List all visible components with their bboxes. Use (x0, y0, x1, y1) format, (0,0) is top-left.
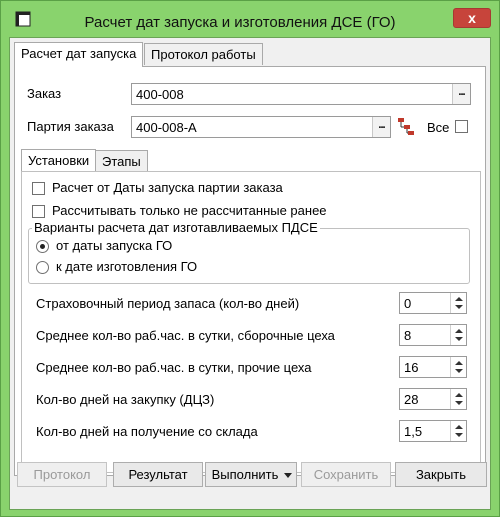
arrow-up-icon[interactable] (455, 297, 463, 301)
result-button[interactable]: Результат (113, 462, 203, 487)
batch-value: 400-008-A (136, 120, 197, 135)
tab-label: Этапы (102, 154, 141, 169)
tab-work-log[interactable]: Протокол работы (144, 43, 263, 65)
calc-from-batch-start-label: Расчет от Даты запуска партии заказа (52, 180, 283, 195)
tab-label: Протокол работы (151, 47, 256, 62)
other-hours-spinner[interactable]: 16 (399, 356, 467, 378)
arrow-up-icon[interactable] (455, 425, 463, 429)
ellipsis-icon: ... (378, 119, 385, 131)
order-value: 400-008 (136, 87, 184, 102)
purchase-days-label: Кол-во дней на закупку (ДЦЗ) (36, 392, 215, 407)
variant-to-finish-label: к дате изготовления ГО (56, 259, 198, 274)
variant-to-finish-radio[interactable] (36, 261, 49, 274)
other-hours-value: 16 (404, 360, 419, 375)
window-title: Расчет дат запуска и изготовления ДСЕ (Г… (84, 14, 396, 31)
spinner-arrows[interactable] (450, 389, 466, 409)
save-button[interactable]: Сохранить (301, 462, 391, 487)
purchase-days-spinner[interactable]: 28 (399, 388, 467, 410)
spinner-arrows[interactable] (450, 325, 466, 345)
tab-calc-dates[interactable]: Расчет дат запуска (14, 42, 144, 67)
arrow-down-icon[interactable] (455, 401, 463, 405)
tab-label: Расчет дат запуска (21, 46, 137, 61)
calc-from-batch-start-checkbox[interactable] (32, 182, 45, 195)
safety-period-label: Страховочный период запаса (кол-во дней) (36, 296, 300, 311)
arrow-down-icon[interactable] (455, 337, 463, 341)
arrow-down-icon[interactable] (455, 369, 463, 373)
tab-label: Установки (28, 153, 90, 168)
warehouse-days-value: 1,5 (404, 424, 423, 439)
hierarchy-icon[interactable] (395, 115, 417, 137)
arrow-up-icon[interactable] (455, 329, 463, 333)
spinner-arrows[interactable] (450, 421, 466, 441)
spinner-arrows[interactable] (450, 357, 466, 377)
order-field[interactable]: 400-008 (131, 83, 471, 105)
warehouse-days-spinner[interactable]: 1,5 (399, 420, 467, 442)
batch-field[interactable]: 400-008-A (131, 116, 391, 138)
other-hours-label: Среднее кол-во раб.час. в сутки, прочие … (36, 360, 312, 375)
app-window: Расчет дат запуска и изготовления ДСЕ (Г… (0, 0, 500, 517)
assembly-hours-label: Среднее кол-во раб.час. в сутки, сборочн… (36, 328, 335, 343)
variants-group (28, 228, 470, 284)
calc-dates-panel: Заказ 400-008 ... Партия заказа 400-008-… (14, 66, 486, 476)
assembly-hours-value: 8 (404, 328, 412, 343)
warehouse-days-label: Кол-во дней на получение со склада (36, 424, 258, 439)
order-label: Заказ (27, 86, 62, 101)
spinner-arrows[interactable] (450, 293, 466, 313)
close-button[interactable]: Закрыть (395, 462, 487, 487)
only-uncalculated-label: Рассчитывать только не рассчитанные ране… (52, 203, 327, 218)
tab-stages[interactable]: Этапы (95, 150, 148, 171)
variants-group-title: Варианты расчета дат изготавливаемых ПДС… (32, 220, 320, 235)
tab-settings[interactable]: Установки (21, 149, 97, 171)
dialog-body: Расчет дат запуска Протокол работы Заказ… (9, 37, 491, 510)
arrow-up-icon[interactable] (455, 393, 463, 397)
all-batches-label: Все (427, 120, 450, 135)
purchase-days-value: 28 (404, 392, 419, 407)
arrow-up-icon[interactable] (455, 361, 463, 365)
close-window-button[interactable]: x (453, 8, 491, 28)
safety-period-spinner[interactable]: 0 (399, 292, 467, 314)
chevron-down-icon[interactable] (284, 473, 292, 478)
settings-panel: Расчет от Даты запуска партии заказа Рас… (21, 171, 481, 473)
batch-label: Партия заказа (27, 119, 114, 134)
safety-period-value: 0 (404, 296, 412, 311)
assembly-hours-spinner[interactable]: 8 (399, 324, 467, 346)
execute-button-label: Выполнить (211, 467, 279, 482)
arrow-down-icon[interactable] (455, 305, 463, 309)
title-bar[interactable]: Расчет дат запуска и изготовления ДСЕ (Г… (1, 1, 499, 37)
close-icon: x (468, 10, 476, 26)
protocol-button[interactable]: Протокол (17, 462, 107, 487)
execute-button[interactable]: Выполнить (205, 462, 297, 487)
order-browse-button[interactable]: ... (452, 84, 470, 104)
batch-browse-button[interactable]: ... (372, 117, 390, 137)
arrow-down-icon[interactable] (455, 433, 463, 437)
variant-from-start-radio[interactable] (36, 240, 49, 253)
all-batches-checkbox[interactable] (455, 120, 468, 133)
ellipsis-icon: ... (458, 86, 465, 98)
variant-from-start-label: от даты запуска ГО (56, 238, 173, 253)
only-uncalculated-checkbox[interactable] (32, 205, 45, 218)
app-icon (15, 11, 31, 27)
